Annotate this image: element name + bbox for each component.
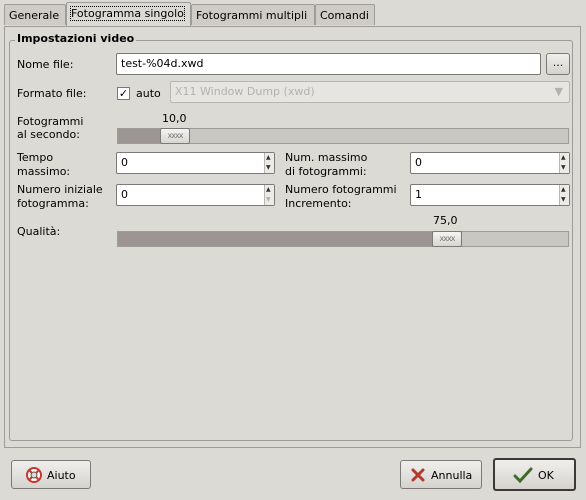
spin-arrows[interactable]: ▲ ▼	[264, 185, 274, 205]
cancel-button[interactable]: Annulla	[400, 460, 482, 489]
arrow-down-icon[interactable]: ▼	[561, 196, 566, 203]
lifebuoy-icon	[26, 467, 42, 483]
tab-generale[interactable]: Generale	[4, 4, 66, 25]
help-button[interactable]: Aiuto	[11, 460, 91, 489]
check-icon: ✓	[118, 87, 129, 100]
cancel-label: Annulla	[431, 469, 473, 482]
format-label: Formato file:	[17, 87, 87, 100]
tab-label: Generale	[9, 9, 60, 22]
fps-label-line2: al secondo:	[17, 128, 80, 141]
checkmark-icon	[513, 467, 533, 483]
arrow-up-icon[interactable]: ▲	[266, 154, 271, 161]
fps-slider-handle[interactable]: xxxx	[160, 128, 190, 144]
start-frame-label-line1: Numero iniziale	[17, 183, 103, 196]
auto-checkbox[interactable]: ✓	[117, 87, 130, 100]
fps-label-line1: Fotogrammi	[17, 115, 84, 128]
browse-button[interactable]: ...	[546, 53, 570, 75]
chevron-down-icon: ▼	[554, 85, 563, 98]
quality-slider[interactable]: xxxx	[117, 231, 569, 247]
start-frame-label-line2: fotogramma:	[17, 197, 89, 210]
tab-comandi[interactable]: Comandi	[315, 4, 375, 25]
start-frame-value: 0	[121, 188, 128, 201]
max-frames-label-line2: di fotogrammi:	[285, 165, 367, 178]
format-select[interactable]: X11 Window Dump (xwd) ▼	[170, 81, 570, 103]
max-frames-spinbutton[interactable]: 0 ▲ ▼	[410, 152, 570, 174]
max-frames-label-line1: Num. massimo	[285, 151, 368, 164]
notebook-panel: Impostazioni video Nome file: test-%04d.…	[4, 26, 581, 448]
arrow-up-icon[interactable]: ▲	[561, 186, 566, 193]
quality-label: Qualità:	[17, 225, 61, 238]
increment-value: 1	[415, 188, 422, 201]
ok-label: OK	[538, 469, 554, 482]
ok-button[interactable]: OK	[493, 458, 576, 491]
increment-label-line2: Incremento:	[285, 197, 352, 210]
increment-spinbutton[interactable]: 1 ▲ ▼	[410, 184, 570, 206]
help-label: Aiuto	[47, 469, 76, 482]
tab-label: Fotogramma singolo	[70, 6, 185, 21]
max-frames-value: 0	[415, 156, 422, 169]
tab-label: Fotogrammi multipli	[196, 9, 308, 22]
max-time-spinbutton[interactable]: 0 ▲ ▼	[116, 152, 275, 174]
quality-slider-handle[interactable]: xxxx	[432, 231, 462, 247]
filename-label: Nome file:	[17, 58, 74, 71]
arrow-down-icon[interactable]: ▼	[266, 164, 271, 171]
arrow-down-icon[interactable]: ▼	[266, 196, 271, 203]
start-frame-spinbutton[interactable]: 0 ▲ ▼	[116, 184, 275, 206]
auto-label: auto	[136, 87, 161, 100]
filename-input[interactable]: test-%04d.xwd	[116, 53, 541, 75]
format-select-value: X11 Window Dump (xwd)	[175, 85, 315, 98]
quality-value: 75,0	[433, 214, 458, 227]
tab-fotogramma-singolo[interactable]: Fotogramma singolo	[66, 2, 191, 26]
tab-label: Comandi	[320, 9, 369, 22]
max-time-label-line2: massimo:	[17, 165, 71, 178]
spin-arrows[interactable]: ▲ ▼	[559, 153, 569, 173]
tab-fotogrammi-multipli[interactable]: Fotogrammi multipli	[191, 4, 315, 25]
quality-slider-fill	[118, 232, 434, 246]
spin-arrows[interactable]: ▲ ▼	[264, 153, 274, 173]
fps-slider[interactable]: xxxx	[117, 128, 569, 144]
arrow-up-icon[interactable]: ▲	[266, 186, 271, 193]
max-time-value: 0	[121, 156, 128, 169]
spin-arrows[interactable]: ▲ ▼	[559, 185, 569, 205]
fps-value: 10,0	[162, 112, 187, 125]
increment-label-line1: Numero fotogrammi	[285, 183, 397, 196]
fps-slider-fill	[118, 129, 162, 143]
x-icon	[411, 468, 425, 482]
section-title: Impostazioni video	[15, 32, 137, 45]
max-time-label-line1: Tempo	[17, 151, 54, 164]
arrow-up-icon[interactable]: ▲	[561, 154, 566, 161]
arrow-down-icon[interactable]: ▼	[561, 164, 566, 171]
